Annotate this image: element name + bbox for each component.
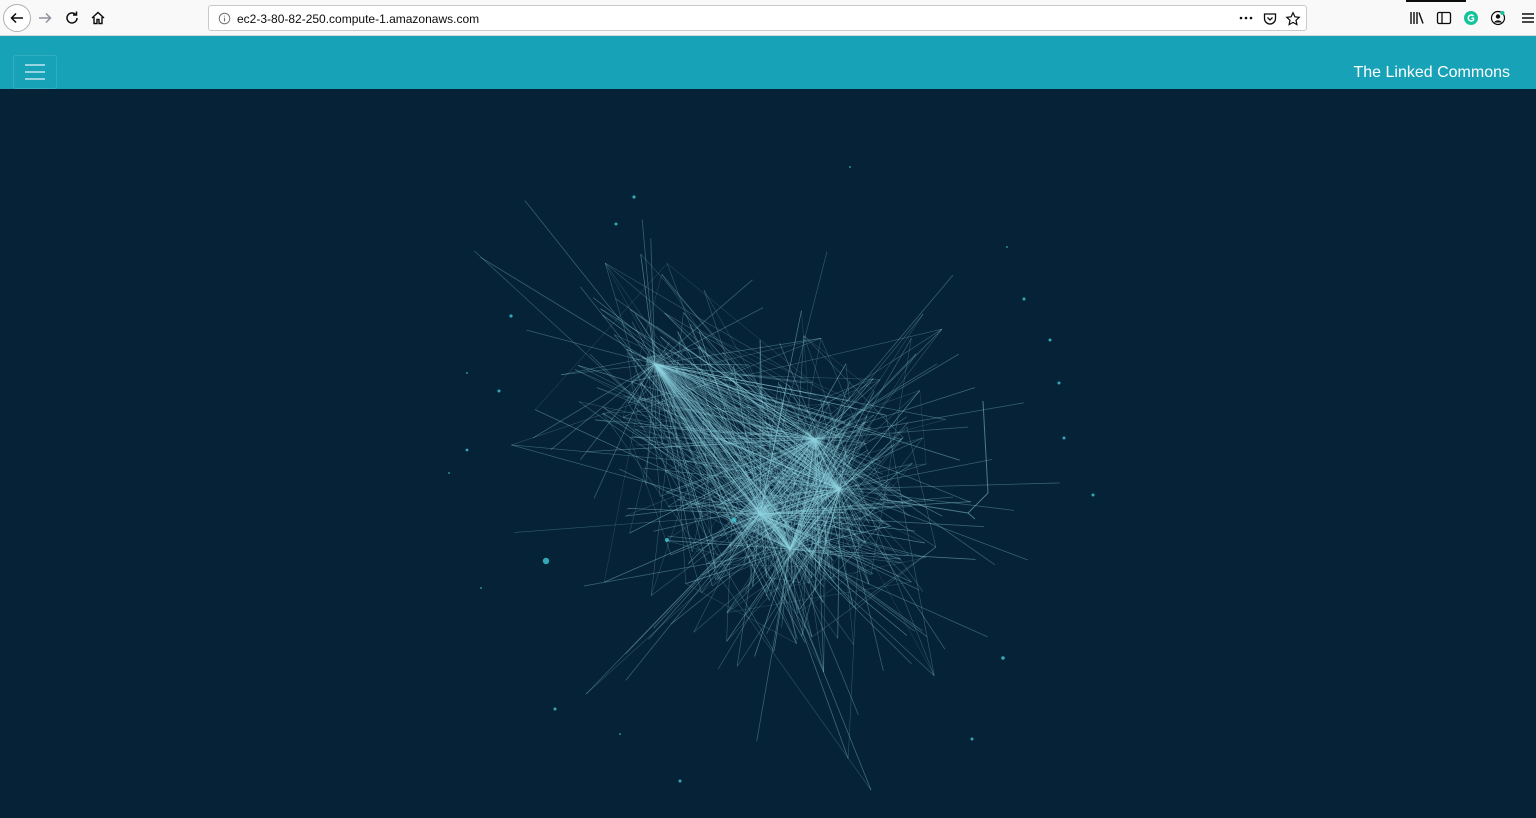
graph-node [542,557,550,565]
graph-node [614,222,618,226]
graph-node [1006,246,1008,248]
graph-canvas[interactable] [0,89,1536,818]
graph-node [1091,493,1095,497]
graph-edge [665,540,672,555]
graph-node [497,389,501,393]
tab-indicator [1406,0,1466,2]
graph-edge [534,263,668,410]
arrow-right-icon [39,12,52,24]
graph-edge [839,488,1028,561]
info-icon[interactable] [218,12,231,25]
graph-node [466,372,468,374]
sidebar-icon[interactable] [1436,10,1452,26]
graph-node [1062,436,1066,440]
reload-icon [66,11,78,24]
graph-edge [833,504,912,583]
home-icon [91,11,105,25]
pocket-icon[interactable] [1262,11,1278,27]
app-menu-button[interactable] [13,55,57,89]
graph-node [970,737,974,741]
graph-node-cluster [805,429,825,449]
graph-edge [814,387,975,440]
home-button[interactable] [84,4,112,32]
graph-edge [641,219,656,365]
graph-edge [839,488,946,650]
graph-edge [524,200,656,365]
graph-node [619,733,621,735]
graph-node [553,707,557,711]
graph-node [1048,338,1052,342]
graph-node [849,166,851,168]
graph-edge [967,492,989,514]
graph-node [465,448,469,452]
graph-node [1001,656,1005,660]
graph-edge [789,548,988,638]
back-button[interactable] [3,4,31,32]
graph-node [448,472,450,474]
graph-node [1022,297,1026,301]
graph-node [678,779,682,783]
graph-edge [967,512,976,520]
graph-node-cluster [646,355,664,373]
graph-node-cluster [746,500,774,528]
graph-node [731,517,737,523]
graph-edge [480,256,656,365]
reload-button[interactable] [58,4,86,32]
hamburger-menu-icon[interactable] [1520,10,1536,26]
star-icon[interactable] [1285,11,1301,27]
forward-button[interactable] [31,4,59,32]
browser-toolbar: ec2-3-80-82-250.compute-1.amazonaws.com [0,0,1536,36]
url-text[interactable]: ec2-3-80-82-250.compute-1.amazonaws.com [237,12,479,26]
grammarly-icon[interactable] [1463,10,1479,26]
graph-node [665,538,669,542]
app-navbar: The Linked Commons [0,36,1536,89]
graph-node [480,587,482,589]
graph-edge [982,400,989,494]
graph-node [1057,381,1061,385]
more-horizontal-icon[interactable] [1238,10,1254,26]
account-icon[interactable] [1490,10,1506,26]
url-bar[interactable]: ec2-3-80-82-250.compute-1.amazonaws.com [208,5,1307,31]
network-graph[interactable] [0,89,1536,818]
brand-title[interactable]: The Linked Commons [1353,64,1510,82]
arrow-left-icon [10,12,23,24]
graph-edge [919,390,927,464]
graph-node [509,314,513,318]
library-icon[interactable] [1409,10,1425,26]
graph-edge [653,513,761,629]
hamburger-menu-icon [25,64,45,80]
graph-edge [811,546,937,638]
graph-node [632,195,636,199]
graph-edges [474,200,1060,791]
